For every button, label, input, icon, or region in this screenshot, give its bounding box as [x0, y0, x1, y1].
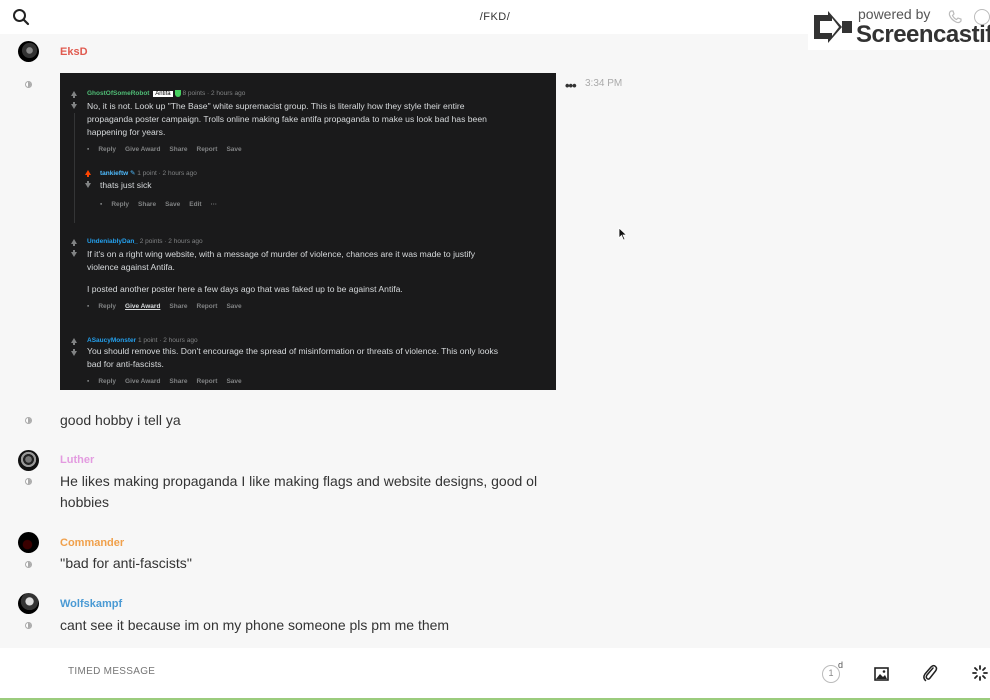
comment-meta: GhostOfSomeRobot Antifa 8 points · 2 hou… [87, 90, 246, 98]
image-upload-icon[interactable] [874, 667, 889, 686]
downvote-icon [85, 181, 91, 188]
comment-actions: ▪ Reply Give Award Share Report Save [87, 378, 242, 385]
comment-text: No, it is not. Look up "The Base" white … [87, 101, 487, 137]
upvote-icon [71, 239, 77, 246]
comment-meta: tankieftw ✎ 1 point · 2 hours ago [100, 170, 197, 177]
message-username[interactable]: Commander [60, 537, 124, 549]
comment-text: thats just sick [100, 180, 152, 190]
downvote-icon [71, 349, 77, 356]
mouse-cursor-icon [618, 227, 628, 246]
avatar[interactable] [18, 41, 39, 62]
message-text: He likes making propaganda I like making… [60, 473, 538, 510]
avatar[interactable] [18, 593, 39, 614]
upvote-icon [71, 338, 77, 345]
thread-line [74, 113, 75, 223]
shield-icon [174, 90, 181, 97]
speech-bubble-icon: ▪ [87, 378, 90, 385]
downvote-icon [71, 102, 77, 109]
comment-actions: ▪ Reply Share Save Edit ··· [100, 201, 218, 208]
message-list: EksD ••• 3:34 PM GhostOfSomeRobot Antifa… [0, 34, 990, 648]
phone-icon[interactable] [948, 10, 962, 29]
message-options-button[interactable]: ••• [565, 78, 577, 93]
timer-unit: d [838, 660, 844, 670]
comment-actions: ▪ Reply Give Award Share Report Save [87, 146, 242, 153]
message-username[interactable]: EksD [60, 46, 88, 58]
upvote-icon [71, 91, 77, 98]
watermark-powered-by: powered by [858, 6, 931, 22]
speech-bubble-icon: ▪ [87, 303, 90, 310]
read-status-icon [25, 478, 32, 485]
comment-meta: ASaucyMonster 1 point · 2 hours ago [87, 337, 198, 344]
comment-text: If it's on a right wing website, with a … [87, 249, 476, 294]
attachment-icon[interactable] [922, 664, 938, 687]
loading-spinner-icon[interactable] [972, 665, 988, 686]
comment-meta: UndeniablyDan_ 2 points · 2 hours ago [87, 238, 203, 245]
comment-actions: ▪ Reply Give Award Share Report Save [87, 303, 242, 310]
downvote-icon [71, 250, 77, 257]
message-input[interactable] [68, 666, 768, 677]
comment-text: You should remove this. Don't encourage … [87, 346, 499, 369]
message-timestamp: 3:34 PM [585, 78, 623, 89]
message-text: cant see it because im on my phone someo… [60, 617, 450, 633]
message-text: good hobby i tell ya [60, 412, 181, 428]
message-username[interactable]: Luther [60, 454, 94, 466]
speech-bubble-icon: ▪ [100, 201, 103, 208]
read-status-icon [25, 622, 32, 629]
read-status-icon [25, 561, 32, 568]
read-status-icon [25, 81, 32, 88]
embedded-screenshot[interactable]: GhostOfSomeRobot Antifa 8 points · 2 hou… [60, 73, 556, 390]
speech-bubble-icon: ▪ [87, 146, 90, 153]
info-icon[interactable] [974, 9, 990, 25]
avatar[interactable] [18, 450, 39, 471]
message-composer: 1 d [0, 648, 990, 700]
pencil-icon: ✎ [129, 170, 136, 177]
read-status-icon [25, 417, 32, 424]
message-username[interactable]: Wolfskampf [60, 598, 122, 610]
upvote-icon [85, 170, 91, 177]
avatar[interactable] [18, 532, 39, 553]
timer-button[interactable]: 1 d [822, 660, 843, 683]
message-text: ''bad for anti-fascists'' [60, 555, 193, 571]
